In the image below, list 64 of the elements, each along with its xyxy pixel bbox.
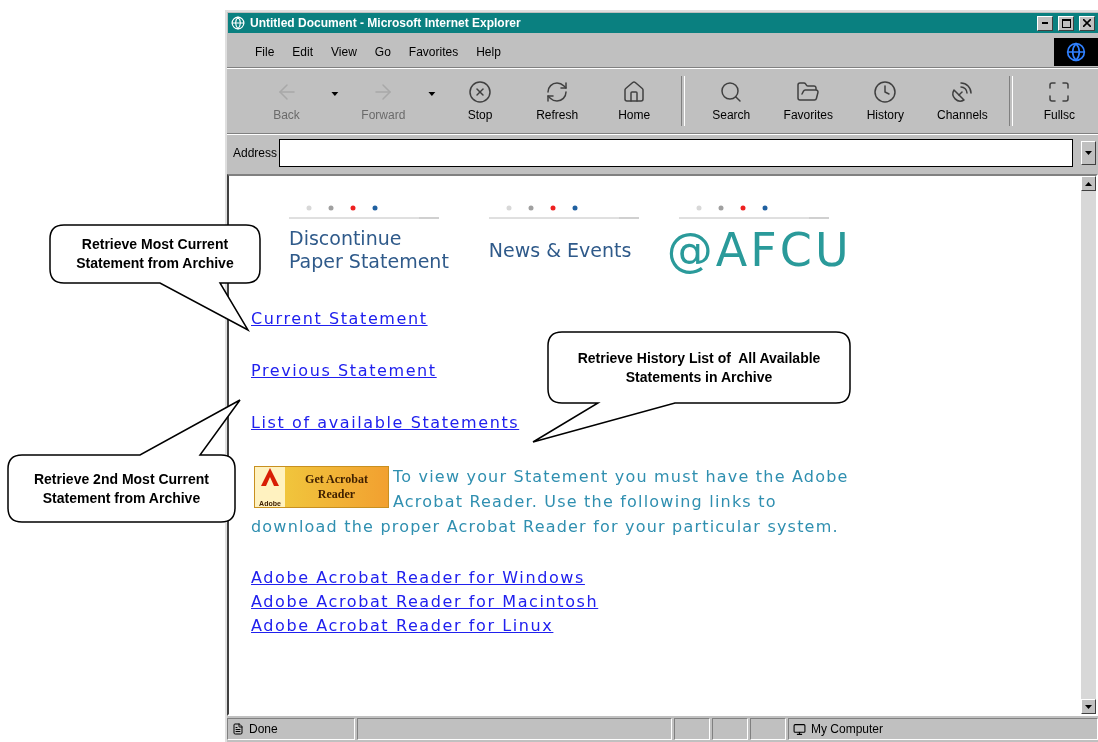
status-panel: [712, 718, 748, 740]
address-label: Address: [233, 146, 278, 160]
callout-text: Retrieve Most Current Statement from Archive: [76, 235, 234, 273]
scrollbar[interactable]: [1081, 176, 1096, 714]
close-icon: [1083, 19, 1091, 27]
stop-icon: [468, 80, 493, 104]
house-icon: [622, 80, 647, 104]
status-panel: [750, 718, 786, 740]
clock-icon: [873, 80, 898, 104]
folder-icon: [796, 80, 821, 104]
caret-icon: [1085, 151, 1092, 155]
badge-title: Get Acrobat: [305, 472, 368, 487]
search-icon: [719, 80, 744, 104]
toolbar-button[interactable]: History: [846, 80, 924, 122]
close-button[interactable]: [1079, 15, 1095, 31]
status-text: Done: [249, 722, 278, 736]
banner-text: Discontinue Paper Statement: [289, 227, 449, 273]
statement-link[interactable]: List of available Statements: [251, 412, 520, 434]
computer-icon: [793, 722, 806, 736]
satellite-dish-icon: [950, 80, 975, 104]
down-arrow-icon: [1085, 704, 1092, 709]
menu-item[interactable]: View: [325, 43, 363, 61]
menu-item[interactable]: Favorites: [402, 43, 465, 61]
browser-logo: [1054, 38, 1098, 66]
statement-link[interactable]: Previous Statement: [251, 360, 437, 382]
notice-text: download the proper Acrobat Reader for your particular system.: [251, 516, 840, 538]
toolbar-button[interactable]: Channels: [923, 80, 1001, 122]
toolbar-button[interactable]: Stop: [441, 80, 519, 122]
up-arrow-icon: [1085, 181, 1092, 186]
status-panel: [674, 718, 710, 740]
dropdown-button[interactable]: [1081, 141, 1096, 165]
callout-text: Retrieve History List of All Available Statements in Archive: [577, 348, 821, 387]
minimize-icon: [1042, 22, 1048, 24]
maximize-icon: [1061, 18, 1071, 28]
download-link[interactable]: Adobe Acrobat Reader for Macintosh: [251, 591, 599, 613]
toolbar-button[interactable]: Search: [692, 80, 770, 122]
logo-text: @AFCU: [666, 227, 852, 273]
refresh-icon: [545, 80, 570, 104]
badge-subtitle: Reader: [317, 487, 356, 502]
notice-text: To view your Statement you must have the Adobe Acrobat Reader. Use the following links to: [393, 466, 850, 513]
statement-link[interactable]: Current Statement: [251, 308, 428, 330]
banner-text: News & Events: [488, 238, 632, 262]
download-link[interactable]: Adobe Acrobat Reader for Windows: [251, 567, 585, 589]
minimize-button[interactable]: [1037, 15, 1053, 31]
page-icon: [232, 723, 244, 735]
toolbar-button[interactable]: Favorites: [769, 80, 847, 122]
menu-item[interactable]: File: [249, 43, 281, 61]
menu-item[interactable]: Edit: [286, 43, 320, 61]
scroll-down-button[interactable]: [1081, 699, 1096, 714]
toolbar-button[interactable]: Fullsc: [1020, 80, 1098, 122]
toolbar-button[interactable]: Refresh: [518, 80, 596, 122]
maximize-button[interactable]: [1058, 15, 1074, 31]
window-title: Untitled Document - Microsoft Internet Explorer: [250, 16, 522, 30]
scroll-up-button[interactable]: [1081, 176, 1096, 191]
a-logo-icon: [260, 467, 280, 487]
toolbar-button[interactable]: Home: [595, 80, 673, 122]
callout-text: Retrieve 2nd Most Current Statement from Archive: [33, 469, 209, 508]
download-link[interactable]: Adobe Acrobat Reader for Linux: [251, 615, 554, 637]
menu-item[interactable]: Help: [470, 43, 507, 61]
menu-item[interactable]: Go: [368, 43, 397, 61]
zone-text: My Computer: [811, 722, 884, 736]
globe-icon: [231, 16, 245, 30]
maximize-icon: [1047, 80, 1072, 104]
address-field[interactable]: [279, 139, 1073, 167]
